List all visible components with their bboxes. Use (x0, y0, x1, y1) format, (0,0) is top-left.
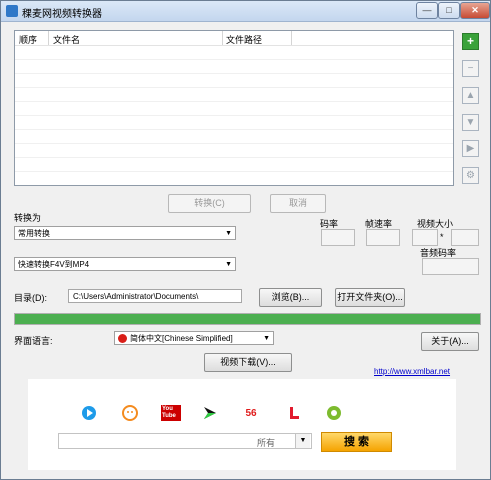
close-button[interactable]: ✕ (460, 2, 490, 19)
language-label: 界面语言: (14, 336, 53, 346)
title-bar: 稞麦网视频转换器 — □ ✕ (1, 1, 490, 22)
search-button[interactable]: 搜 索 (321, 432, 392, 452)
language-value: 简体中文[Chinese Simplified] (130, 334, 233, 343)
move-up-button[interactable]: ▲ (462, 87, 479, 104)
table-header: 顺序 文件名 文件路径 (15, 31, 453, 46)
directory-label: 目录(D): (14, 293, 47, 303)
file-table[interactable]: 顺序 文件名 文件路径 (14, 30, 454, 186)
chevron-down-icon: ▼ (225, 261, 232, 268)
app-window: 稞麦网视频转换器 — □ ✕ 顺序 文件名 文件路径 + − ▲ ▼ ▶ ⚙ 转… (0, 0, 491, 480)
category-value: 常用转换 (18, 229, 50, 238)
browse-button[interactable]: 浏览(B)... (259, 288, 322, 307)
language-select[interactable]: 简体中文[Chinese Simplified] ▼ (114, 331, 274, 345)
arrow-down-icon: ▼ (465, 117, 476, 128)
format-value: 快速转换F4V到MP4 (18, 260, 90, 269)
progress-bar (14, 313, 481, 325)
height-field[interactable] (451, 229, 479, 246)
search-panel (28, 379, 456, 470)
category-select[interactable]: 常用转换 ▼ (14, 226, 236, 240)
directory-input[interactable]: C:\Users\Administrator\Documents\ (68, 289, 242, 303)
col-order[interactable]: 顺序 (19, 33, 37, 46)
china-flag-icon (118, 334, 127, 344)
app-icon (6, 5, 18, 17)
add-file-button[interactable]: + (462, 33, 479, 50)
format-select[interactable]: 快速转换F4V到MP4 ▼ (14, 257, 236, 271)
audio-bitrate-field[interactable] (422, 258, 479, 275)
video-download-button[interactable]: 视频下载(V)... (204, 353, 292, 372)
iqiyi-icon[interactable] (201, 404, 219, 422)
settings-button[interactable]: ⚙ (462, 167, 479, 184)
maximize-button[interactable]: □ (438, 2, 460, 19)
letv-icon[interactable] (285, 404, 303, 422)
convert-button[interactable]: 转换(C) (168, 194, 251, 213)
convert-to-label: 转换为 (14, 213, 42, 223)
minimize-button[interactable]: — (416, 2, 438, 19)
acfun-icon[interactable] (325, 404, 343, 422)
search-scope-value: 所有 (257, 438, 276, 448)
website-link[interactable]: http://www.xmlbar.net (374, 367, 450, 376)
about-button[interactable]: 关于(A)... (421, 332, 479, 351)
col-filepath[interactable]: 文件路径 (226, 33, 262, 46)
minus-icon: − (467, 63, 474, 74)
chevron-down-icon: ▼ (263, 335, 270, 342)
plus-icon: + (466, 34, 474, 48)
move-down-button[interactable]: ▼ (462, 114, 479, 131)
tudou-icon[interactable] (121, 404, 139, 422)
chevron-down-icon[interactable]: ▼ (295, 434, 310, 448)
window-title: 稞麦网视频转换器 (22, 9, 102, 20)
youku-icon[interactable] (80, 404, 98, 422)
56-icon[interactable]: 56 (242, 404, 260, 422)
play-icon: ▶ (466, 143, 475, 154)
framerate-field[interactable] (366, 229, 400, 246)
remove-file-button[interactable]: − (462, 60, 479, 77)
col-filename[interactable]: 文件名 (53, 33, 80, 46)
progress-fill (15, 314, 480, 324)
gear-icon: ⚙ (466, 170, 475, 181)
youtube-icon[interactable]: You Tube (161, 404, 181, 422)
size-separator: * (440, 232, 444, 242)
chevron-down-icon: ▼ (225, 230, 232, 237)
bitrate-field[interactable] (321, 229, 355, 246)
width-field[interactable] (412, 229, 438, 246)
search-input[interactable]: 所有 ▼ (58, 433, 312, 449)
cancel-button[interactable]: 取消 (270, 194, 326, 213)
open-folder-button[interactable]: 打开文件夹(O)... (335, 288, 405, 307)
play-button[interactable]: ▶ (462, 140, 479, 157)
arrow-up-icon: ▲ (465, 90, 476, 101)
